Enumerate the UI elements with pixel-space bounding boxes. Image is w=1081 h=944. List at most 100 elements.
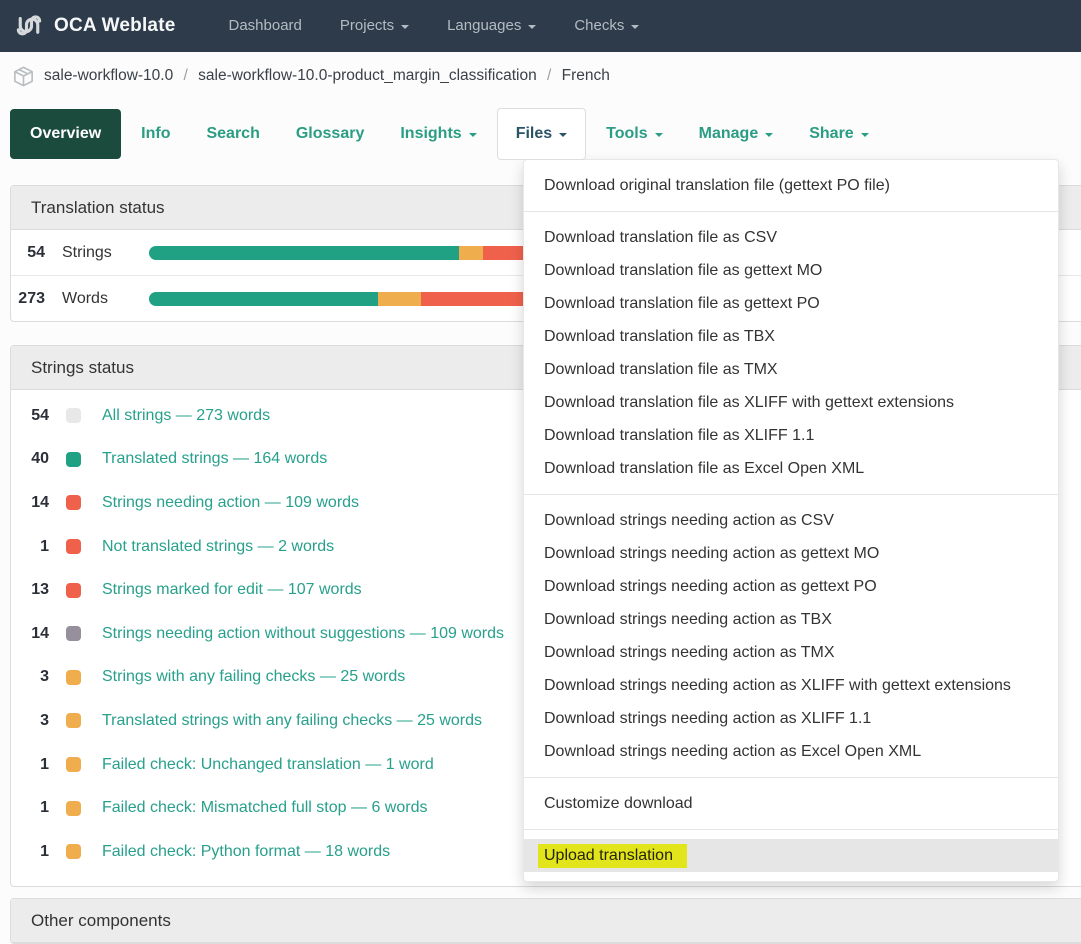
status-link[interactable]: Strings marked for edit — 107 words — [102, 581, 362, 599]
status-orange-swatch — [66, 713, 81, 728]
stat-label: Words — [62, 290, 122, 308]
files-dropdown-menu: Download original translation file (gett… — [523, 159, 1059, 882]
menu-item-download-translation-file-as-gettext-po[interactable]: Download translation file as gettext PO — [524, 287, 1058, 320]
status-link[interactable]: Failed check: Unchanged translation — 1 … — [102, 756, 434, 774]
status-count: 1 — [11, 538, 49, 556]
tab-glossary[interactable]: Glossary — [278, 108, 382, 160]
nav-item-label: Checks — [574, 0, 624, 52]
menu-divider — [524, 777, 1058, 778]
menu-divider — [524, 494, 1058, 495]
menu-item-download-strings-needing-action-as-excel-open-xml[interactable]: Download strings needing action as Excel… — [524, 735, 1058, 768]
menu-item-download-translation-file-as-xliff-1-1[interactable]: Download translation file as XLIFF 1.1 — [524, 419, 1058, 452]
stat-label: Strings — [62, 244, 122, 262]
status-count: 3 — [11, 712, 49, 730]
menu-item-download-strings-needing-action-as-gettext-po[interactable]: Download strings needing action as gette… — [524, 570, 1058, 603]
chevron-down-icon — [559, 133, 567, 137]
breadcrumb-separator: / — [543, 67, 556, 84]
menu-item-download-translation-file-as-gettext-mo[interactable]: Download translation file as gettext MO — [524, 254, 1058, 287]
tab-files[interactable]: Files — [497, 108, 586, 160]
tab-insights[interactable]: Insights — [382, 108, 494, 160]
status-link[interactable]: Not translated strings — 2 words — [102, 538, 334, 556]
status-count: 1 — [11, 843, 49, 861]
breadcrumb-separator: / — [179, 67, 192, 84]
status-link[interactable]: Translated strings — 164 words — [102, 450, 327, 468]
status-link[interactable]: Strings needing action without suggestio… — [102, 625, 504, 643]
highlight-annotation: Upload translation — [538, 844, 687, 868]
menu-item-download-strings-needing-action-as-gettext-mo[interactable]: Download strings needing action as gette… — [524, 537, 1058, 570]
menu-item-download-translation-file-as-xliff-with-gettext-extensions[interactable]: Download translation file as XLIFF with … — [524, 386, 1058, 419]
stat-count: 54 — [11, 244, 45, 262]
tab-manage[interactable]: Manage — [681, 108, 792, 160]
tab-label: Tools — [606, 125, 647, 143]
chevron-down-icon — [401, 25, 409, 29]
status-orange-swatch — [66, 757, 81, 772]
status-link[interactable]: Translated strings with any failing chec… — [102, 712, 482, 730]
status-link[interactable]: Strings needing action — 109 words — [102, 494, 359, 512]
menu-item-download-strings-needing-action-as-tmx[interactable]: Download strings needing action as TMX — [524, 636, 1058, 669]
status-count: 54 — [11, 407, 49, 425]
status-count: 1 — [11, 756, 49, 774]
breadcrumb-link-sale-workflow-10-0[interactable]: sale-workflow-10.0 — [44, 67, 173, 84]
status-count: 14 — [11, 625, 49, 643]
chevron-down-icon — [861, 133, 869, 137]
other-components-panel: Other components — [10, 898, 1081, 944]
navbar-menu: DashboardProjects Languages Checks — [210, 0, 659, 52]
tab-label: Overview — [30, 125, 101, 143]
nav-item-checks[interactable]: Checks — [555, 0, 658, 52]
menu-item-download-translation-file-as-tmx[interactable]: Download translation file as TMX — [524, 353, 1058, 386]
status-orange-swatch — [66, 670, 81, 685]
menu-item-download-translation-file-as-excel-open-xml[interactable]: Download translation file as Excel Open … — [524, 452, 1058, 485]
nav-item-dashboard[interactable]: Dashboard — [210, 0, 321, 52]
status-red-swatch — [66, 539, 81, 554]
page-tabs: Overview Info Search GlossaryInsights Files T… — [8, 108, 887, 160]
app-title: OCA Weblate — [54, 15, 176, 37]
tab-label: Share — [809, 125, 853, 143]
status-link[interactable]: Failed check: Mismatched full stop — 6 w… — [102, 799, 427, 817]
project-package-icon — [12, 65, 35, 88]
stat-count: 273 — [11, 290, 45, 308]
progress-bar — [149, 292, 567, 306]
status-count: 1 — [11, 799, 49, 817]
status-link[interactable]: Strings with any failing checks — 25 wor… — [102, 668, 405, 686]
menu-item-download-strings-needing-action-as-csv[interactable]: Download strings needing action as CSV — [524, 504, 1058, 537]
status-red-swatch — [66, 583, 81, 598]
tab-label: Manage — [699, 125, 759, 143]
progress-translated-segment — [149, 292, 378, 306]
tab-overview[interactable]: Overview — [10, 109, 121, 159]
progress-checks-segment — [378, 292, 421, 306]
menu-item-download-strings-needing-action-as-xliff-1-1[interactable]: Download strings needing action as XLIFF… — [524, 702, 1058, 735]
menu-item-upload-translation[interactable]: Upload translation — [524, 839, 1058, 872]
menu-item-customize-download[interactable]: Customize download — [524, 787, 1058, 820]
menu-item-download-translation-file-as-csv[interactable]: Download translation file as CSV — [524, 221, 1058, 254]
tab-search[interactable]: Search — [188, 108, 277, 160]
status-orange-swatch — [66, 844, 81, 859]
progress-translated-segment — [149, 246, 459, 260]
breadcrumb-link-french[interactable]: French — [562, 67, 610, 84]
tab-info[interactable]: Info — [123, 108, 188, 160]
tab-label: Files — [516, 125, 552, 143]
menu-divider — [524, 829, 1058, 830]
status-link[interactable]: Failed check: Python format — 18 words — [102, 843, 390, 861]
chevron-down-icon — [655, 133, 663, 137]
status-green-swatch — [66, 452, 81, 467]
nav-item-label: Languages — [447, 0, 521, 52]
menu-item-download-translation-file-as-tbx[interactable]: Download translation file as TBX — [524, 320, 1058, 353]
progress-checks-segment — [459, 246, 483, 260]
menu-item-download-original-translation-file-gettext-po-file[interactable]: Download original translation file (gett… — [524, 169, 1058, 202]
menu-divider — [524, 211, 1058, 212]
tab-label: Search — [206, 125, 259, 143]
weblate-logo-icon — [14, 11, 44, 41]
breadcrumb-link-sale-workflow-10-0-product-margin-classification[interactable]: sale-workflow-10.0-product_margin_classi… — [198, 67, 537, 84]
top-navbar: OCA Weblate DashboardProjects Languages Ch… — [0, 0, 1081, 52]
brand-home-link[interactable]: OCA Weblate — [14, 11, 176, 41]
status-orange-swatch — [66, 801, 81, 816]
menu-item-download-strings-needing-action-as-xliff-with-gettext-extensions[interactable]: Download strings needing action as XLIFF… — [524, 669, 1058, 702]
menu-item-download-strings-needing-action-as-tbx[interactable]: Download strings needing action as TBX — [524, 603, 1058, 636]
tab-share[interactable]: Share — [791, 108, 886, 160]
status-link[interactable]: All strings — 273 words — [102, 407, 270, 425]
status-purple-swatch — [66, 626, 81, 641]
nav-item-languages[interactable]: Languages — [428, 0, 555, 52]
status-red-swatch — [66, 495, 81, 510]
nav-item-projects[interactable]: Projects — [321, 0, 428, 52]
tab-tools[interactable]: Tools — [588, 108, 680, 160]
